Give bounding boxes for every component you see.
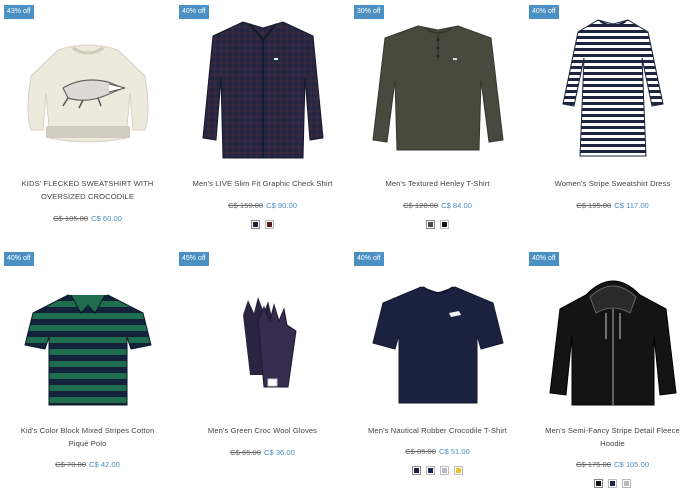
original-price: C$ 175.00 [575, 460, 611, 469]
swatch-fill [456, 468, 461, 473]
product-price: C$ 175.00 C$ 105.00 [525, 460, 700, 470]
original-price: C$ 70.00 [55, 460, 86, 469]
product-name[interactable]: Men's Green Croc Wool Gloves [183, 424, 342, 437]
color-swatches [525, 479, 700, 488]
color-swatch[interactable] [622, 479, 631, 488]
color-swatch[interactable] [412, 466, 421, 475]
original-price: C$ 120.00 [403, 201, 439, 210]
original-price: C$ 150.00 [228, 201, 264, 210]
product-card[interactable]: 43% off KIDS' FLECKED SWEATSHIRT WITH OV… [0, 0, 175, 247]
color-swatches [175, 220, 350, 229]
swatch-fill [624, 481, 629, 486]
gloves-icon[interactable] [185, 265, 340, 415]
product-price: C$ 65.00 C$ 36.00 [175, 448, 350, 458]
product-name-line: Hoodie [600, 439, 625, 448]
product-name[interactable]: Kid's Color Block Mixed Stripes Cotton P… [8, 424, 167, 450]
product-name[interactable]: Men's Textured Henley T-Shirt [358, 177, 517, 190]
hoodie-icon[interactable] [535, 265, 690, 415]
color-swatch[interactable] [251, 220, 260, 229]
stripe-dress-icon[interactable] [535, 18, 690, 168]
color-swatch[interactable] [440, 466, 449, 475]
product-price: C$ 85.00 C$ 51.00 [350, 447, 525, 457]
product-card[interactable]: 40% off Men's Nautical Rubber Crocodile … [350, 247, 525, 494]
product-card[interactable]: 45% off Men's Green Croc Wool Gloves C$ … [175, 247, 350, 494]
sale-price: C$ 84.00 [441, 201, 472, 210]
discount-badge: 30% off [354, 5, 384, 19]
product-card[interactable]: 40% off Women's Stripe Sweatshirt Dress … [525, 0, 700, 247]
product-name[interactable]: Men's LIVE Slim Fit Graphic Check Shirt [183, 177, 342, 190]
product-name-line: Piqué Polo [68, 439, 107, 448]
product-price: C$ 195.00 C$ 117.00 [525, 201, 700, 211]
discount-badge: 40% off [179, 5, 209, 19]
sale-price: C$ 105.00 [614, 460, 650, 469]
discount-badge: 40% off [529, 5, 559, 19]
sweatshirt-crocodile-icon[interactable] [10, 18, 165, 168]
product-name-line: Men's Textured Henley T-Shirt [385, 179, 490, 188]
swatch-fill [596, 481, 601, 486]
product-price: C$ 70.00 C$ 42.00 [0, 460, 175, 470]
henley-shirt-icon[interactable] [360, 18, 515, 168]
original-price: C$ 105.00 [53, 214, 89, 223]
sale-price: C$ 36.00 [264, 448, 295, 457]
check-shirt-icon[interactable] [185, 18, 340, 168]
discount-badge: 43% off [4, 5, 34, 19]
swatch-fill [428, 468, 433, 473]
product-price: C$ 120.00 C$ 84.00 [350, 201, 525, 211]
product-name-line: Men's Green Croc Wool Gloves [207, 426, 318, 435]
product-card[interactable]: 40% off Kid's Color Block Mixed Stripes … [0, 247, 175, 494]
product-name-line: Women's Stripe Sweatshirt Dress [554, 179, 671, 188]
product-name[interactable]: Men's Semi-Fancy Stripe Detail Fleece Ho… [533, 424, 692, 450]
color-swatch[interactable] [608, 479, 617, 488]
product-price: C$ 150.00 C$ 90.00 [175, 201, 350, 211]
swatch-fill [610, 481, 615, 486]
original-price: C$ 85.00 [405, 447, 436, 456]
product-name[interactable]: KIDS' FLECKED SWEATSHIRT WITH OVERSIZED … [8, 177, 167, 203]
product-card[interactable]: 40% off Men's LIVE Slim Fit Graphic Chec… [175, 0, 350, 247]
color-swatch[interactable] [440, 220, 449, 229]
color-swatch[interactable] [265, 220, 274, 229]
color-swatch[interactable] [426, 466, 435, 475]
swatch-fill [253, 222, 258, 227]
swatch-fill [442, 222, 447, 227]
product-name[interactable]: Women's Stripe Sweatshirt Dress [533, 177, 692, 190]
swatch-fill [267, 222, 272, 227]
sale-price: C$ 60.00 [91, 214, 122, 223]
sale-price: C$ 51.00 [439, 447, 470, 456]
striped-polo-icon[interactable] [10, 265, 165, 415]
product-card[interactable]: 40% off Men's Semi-Fancy Stripe Detail F… [525, 247, 700, 494]
swatch-fill [428, 222, 433, 227]
discount-badge: 40% off [529, 252, 559, 266]
product-grid: 43% off KIDS' FLECKED SWEATSHIRT WITH OV… [0, 0, 700, 494]
product-price: C$ 105.00 C$ 60.00 [0, 214, 175, 224]
product-name-line: OVERSIZED CROCODILE [40, 192, 135, 201]
color-swatches [350, 220, 525, 229]
product-name-line: Kid's Color Block Mixed Stripes Cotton [20, 426, 155, 435]
original-price: C$ 195.00 [576, 201, 612, 210]
swatch-fill [442, 468, 447, 473]
sale-price: C$ 90.00 [266, 201, 297, 210]
color-swatch[interactable] [454, 466, 463, 475]
product-name-line: Men's Nautical Rubber Crocodile T-Shirt [368, 426, 507, 435]
original-price: C$ 65.00 [230, 448, 261, 457]
product-name-line: Men's LIVE Slim Fit Graphic Check Shirt [192, 179, 333, 188]
discount-badge: 40% off [4, 252, 34, 266]
sale-price: C$ 42.00 [89, 460, 120, 469]
sale-price: C$ 117.00 [614, 201, 649, 210]
swatch-fill [414, 468, 419, 473]
tshirt-icon[interactable] [360, 265, 515, 415]
product-name-line: KIDS' FLECKED SWEATSHIRT WITH [21, 179, 154, 188]
product-card[interactable]: 30% off Men's Textured Henley T-Shirt C$… [350, 0, 525, 247]
product-name[interactable]: Men's Nautical Rubber Crocodile T-Shirt [358, 424, 517, 437]
discount-badge: 45% off [179, 252, 209, 266]
color-swatch[interactable] [594, 479, 603, 488]
product-name-line: Men's Semi-Fancy Stripe Detail Fleece [545, 426, 680, 435]
discount-badge: 40% off [354, 252, 384, 266]
color-swatches [350, 466, 525, 475]
color-swatch[interactable] [426, 220, 435, 229]
